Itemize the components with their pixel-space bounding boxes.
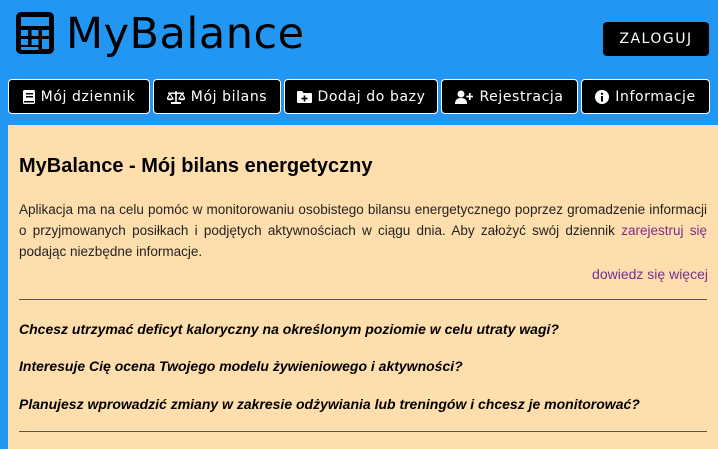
nav-information[interactable]: Informacje xyxy=(581,79,710,114)
divider xyxy=(19,431,707,432)
nav-my-diary[interactable]: Mój dziennik xyxy=(8,79,150,114)
content-panel: MyBalance - Mój bilans energetyczny Apli… xyxy=(8,125,718,449)
register-link[interactable]: zarejestruj się xyxy=(621,223,707,238)
question-2: Interesuje Cię ocena Twojego modelu żywi… xyxy=(19,358,463,374)
learn-more-link[interactable]: dowiedz się więcej xyxy=(592,266,708,282)
divider xyxy=(19,299,707,300)
nav-label: Informacje xyxy=(615,88,696,105)
question-1: Chcesz utrzymać deficyt kaloryczny na ok… xyxy=(19,321,559,337)
intro-text: Aplikacja ma na celu pomóc w monitorowan… xyxy=(19,202,707,259)
info-icon xyxy=(595,89,610,104)
app-title: MyBalance xyxy=(66,9,305,59)
page-title: MyBalance - Mój bilans energetyczny xyxy=(19,155,373,177)
nav-add-to-database[interactable]: Dodaj do bazy xyxy=(284,79,438,114)
nav-label: Dodaj do bazy xyxy=(317,88,426,105)
header: MyBalance ZALOGUJ xyxy=(0,0,718,75)
nav-label: Rejestracja xyxy=(479,88,564,105)
book-icon xyxy=(22,89,35,104)
nav-label: Mój bilans xyxy=(190,88,268,105)
nav-registration[interactable]: Rejestracja xyxy=(441,79,578,114)
question-3: Planujesz wprowadzić zmiany w zakresie o… xyxy=(19,396,640,412)
user-plus-icon xyxy=(455,90,474,104)
scale-icon xyxy=(166,90,185,104)
folder-plus-icon xyxy=(296,90,312,103)
nav-my-balance[interactable]: Mój bilans xyxy=(153,79,281,114)
main-nav: Mój dziennik Mój bilans Dodaj do bazy Re… xyxy=(0,79,718,117)
nav-label: Mój dziennik xyxy=(40,88,136,105)
login-button[interactable]: ZALOGUJ xyxy=(603,22,709,56)
calculator-icon xyxy=(16,12,54,54)
